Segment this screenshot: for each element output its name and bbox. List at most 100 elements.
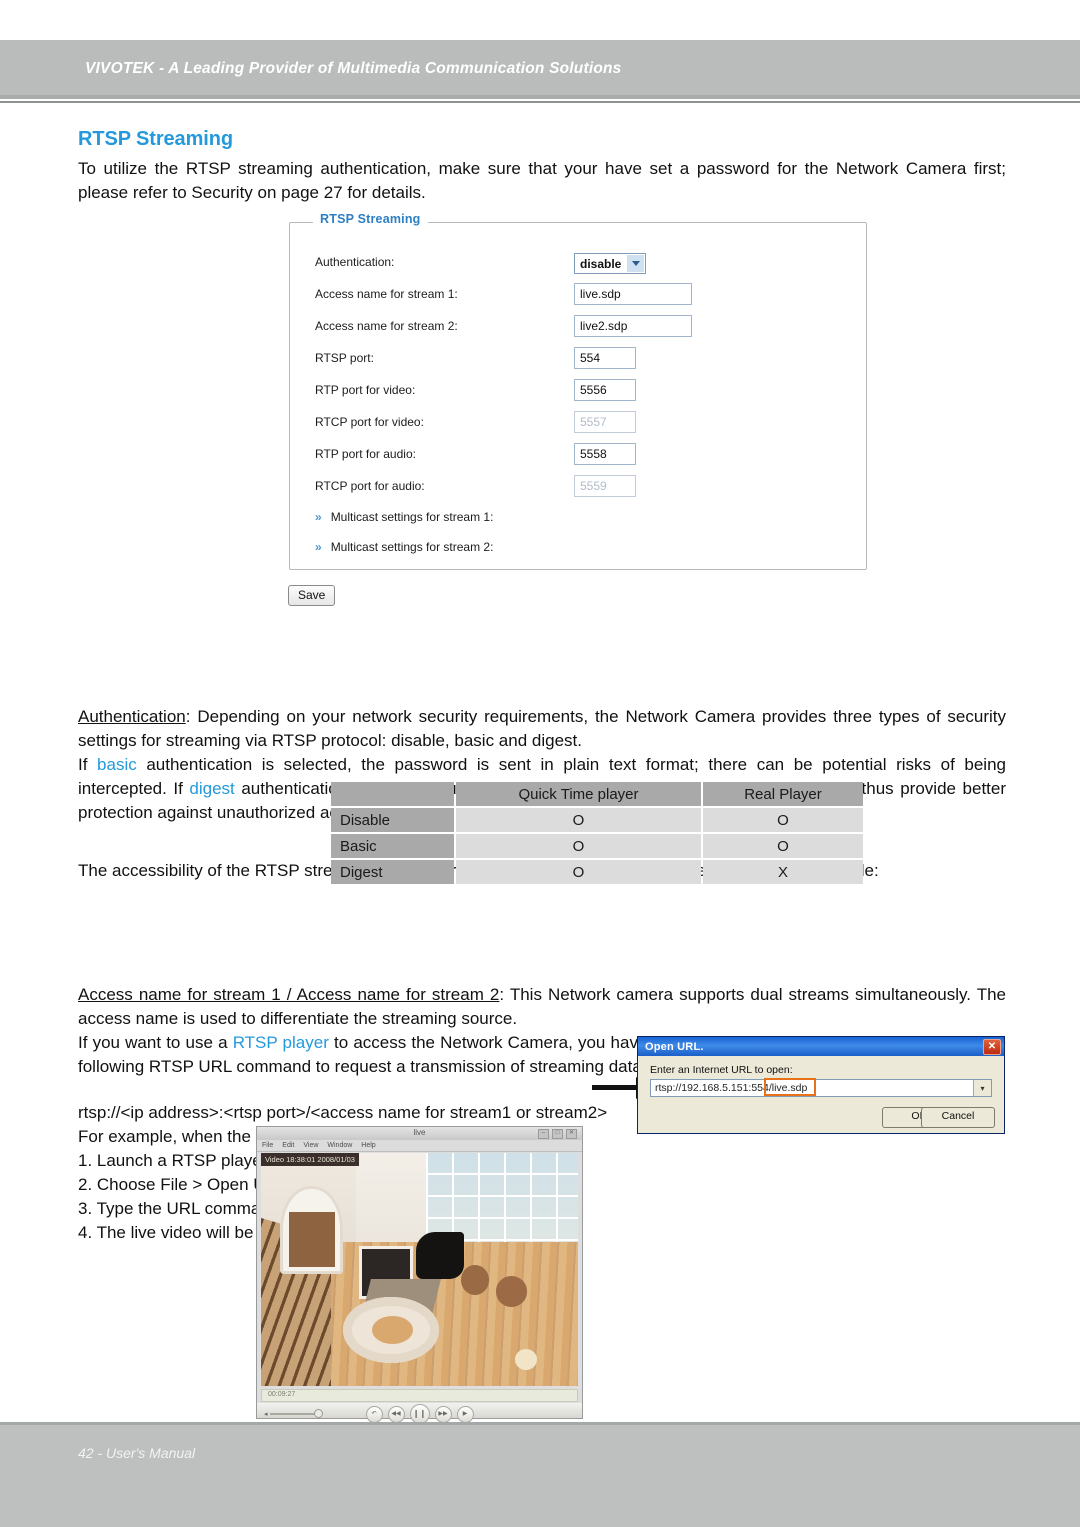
rtcp-port-audio-input	[574, 475, 636, 497]
accessibility-table: Quick Time player Real Player Disable O …	[329, 780, 865, 886]
player-control-bar: ◂ ↶ ◀◀ ❙❙ ▶▶ ▶	[257, 1403, 582, 1424]
table-col-quicktime: Quick Time player	[456, 782, 701, 806]
volume-slider[interactable]: ◂	[264, 1409, 323, 1418]
basic-keyword: basic	[97, 755, 137, 774]
living-room-scene	[261, 1153, 578, 1386]
authentication-select-value: disable	[580, 257, 622, 271]
authentication-paragraph: Authentication: Depending on your networ…	[78, 705, 1006, 753]
label-access-name-stream2: Access name for stream 2:	[315, 319, 458, 333]
player-menubar: File Edit View Window Help	[257, 1140, 582, 1152]
menu-view[interactable]: View	[303, 1142, 318, 1149]
dialog-titlebar: Open URL. ✕	[638, 1037, 1004, 1056]
combo-chevron-down-icon[interactable]: ▾	[973, 1080, 991, 1096]
rtp-port-video-input[interactable]	[574, 379, 636, 401]
quicktime-player-window: live – □ ✕ File Edit View Window Help Vi	[256, 1126, 583, 1424]
label-access-name-stream1: Access name for stream 1:	[315, 287, 458, 301]
expand-arrow-icon: »	[315, 540, 322, 554]
table-rowhead-disable: Disable	[331, 808, 454, 832]
video-osd-timestamp: Video 18:38:01 2008/01/03	[261, 1153, 359, 1166]
footer-page-label: 42 - User's Manual	[78, 1445, 196, 1461]
table-row: Disable O O	[331, 808, 863, 832]
intro-paragraph: To utilize the RTSP streaming authentica…	[78, 159, 1006, 202]
panel-legend: RTSP Streaming	[313, 212, 428, 226]
access-name-stream2-input[interactable]	[574, 315, 692, 337]
authentication-select[interactable]: disable	[574, 253, 646, 274]
row-access-name-2: Access name for stream 2:	[315, 315, 855, 339]
multicast-stream2-link[interactable]: » Multicast settings for stream 2:	[315, 540, 493, 554]
player-titlebar: live – □ ✕	[257, 1127, 582, 1141]
label-rtcp-port-video: RTCP port for video:	[315, 415, 424, 429]
header-banner-title: VIVOTEK - A Leading Provider of Multimed…	[85, 60, 622, 77]
menu-window[interactable]: Window	[327, 1142, 352, 1149]
table-corner-cell	[331, 782, 454, 806]
volume-track[interactable]	[269, 1412, 316, 1415]
maximize-icon[interactable]: □	[552, 1129, 563, 1139]
label-rtcp-port-audio: RTCP port for audio:	[315, 479, 425, 493]
close-icon[interactable]: ✕	[566, 1129, 577, 1139]
video-viewport: Video 18:38:01 2008/01/03	[261, 1153, 578, 1386]
header-divider-thin	[0, 101, 1080, 103]
menu-edit[interactable]: Edit	[282, 1142, 294, 1149]
cancel-button[interactable]: Cancel	[921, 1107, 995, 1128]
access-name-stream1-input[interactable]	[574, 283, 692, 305]
pointer-arrow-line	[592, 1085, 640, 1090]
row-rtcp-port-audio: RTCP port for audio:	[315, 475, 855, 499]
close-icon[interactable]: ✕	[983, 1039, 1001, 1055]
rewind-button[interactable]: ◀◀	[387, 1405, 405, 1423]
multicast-stream1-link[interactable]: » Multicast settings for stream 1:	[315, 510, 493, 524]
row-authentication: Authentication: disable	[315, 253, 855, 275]
cell-disable-quicktime: O	[456, 808, 701, 832]
table-rowhead-basic: Basic	[331, 834, 454, 858]
authentication-term: Authentication	[78, 707, 186, 726]
player-timecode: 00:09:27	[268, 1391, 296, 1398]
multicast-stream2-label: Multicast settings for stream 2:	[330, 540, 494, 554]
auth-line2-a: If	[78, 755, 98, 774]
volume-icon: ◂	[264, 1410, 268, 1418]
dialog-url-label: Enter an Internet URL to open:	[650, 1064, 793, 1076]
label-rtsp-port: RTSP port:	[315, 351, 374, 365]
label-authentication: Authentication:	[315, 255, 395, 269]
pause-button[interactable]: ❙❙	[409, 1404, 430, 1424]
rtsp-streaming-panel: RTSP Streaming Authentication: disable A…	[289, 212, 867, 570]
volume-knob[interactable]	[313, 1409, 323, 1418]
rtsp-player-keyword: RTSP player	[232, 1033, 329, 1052]
digest-keyword: digest	[189, 779, 235, 798]
multicast-stream1-label: Multicast settings for stream 1:	[330, 510, 494, 524]
save-button[interactable]: Save	[288, 585, 336, 606]
skip-forward-button[interactable]: ▶	[456, 1405, 474, 1423]
table-row: Basic O O	[331, 834, 863, 858]
header-divider	[0, 95, 1080, 99]
skip-back-button[interactable]: ↶	[365, 1405, 383, 1423]
transport-controls: ↶ ◀◀ ❙❙ ▶▶ ▶	[365, 1404, 474, 1424]
row-access-name-1: Access name for stream 1:	[315, 283, 855, 307]
player-timeline[interactable]: 00:09:27	[261, 1389, 578, 1402]
player-window-buttons: – □ ✕	[538, 1129, 577, 1139]
rtp-port-audio-input[interactable]	[574, 443, 636, 465]
cell-digest-realplayer: X	[703, 860, 863, 884]
table-row: Digest O X	[331, 860, 863, 884]
chevron-down-icon	[627, 255, 644, 272]
cell-basic-realplayer: O	[703, 834, 863, 858]
url-highlight-box	[764, 1078, 816, 1096]
row-rtcp-port-video: RTCP port for video:	[315, 411, 855, 435]
cell-basic-quicktime: O	[456, 834, 701, 858]
dialog-title: Open URL.	[645, 1040, 704, 1053]
label-rtp-port-audio: RTP port for audio:	[315, 447, 416, 461]
table-header-row: Quick Time player Real Player	[331, 782, 863, 806]
rtsp-port-input[interactable]	[574, 347, 636, 369]
minimize-icon[interactable]: –	[538, 1129, 549, 1139]
expand-arrow-icon: »	[315, 510, 322, 524]
menu-file[interactable]: File	[262, 1142, 273, 1149]
row-rtsp-port: RTSP port:	[315, 347, 855, 371]
cell-disable-realplayer: O	[703, 808, 863, 832]
rtcp-port-video-input	[574, 411, 636, 433]
menu-help[interactable]: Help	[361, 1142, 375, 1149]
page-title: RTSP Streaming	[78, 128, 233, 150]
table-col-realplayer: Real Player	[703, 782, 863, 806]
access-line2-a: If you want to use a	[78, 1033, 233, 1052]
label-rtp-port-video: RTP port for video:	[315, 383, 416, 397]
fast-forward-button[interactable]: ▶▶	[434, 1405, 452, 1423]
url-input[interactable]: rtsp://192.168.5.151:554/live.sdp ▾	[650, 1078, 992, 1097]
cell-digest-quicktime: O	[456, 860, 701, 884]
row-rtp-port-audio: RTP port for audio:	[315, 443, 855, 467]
